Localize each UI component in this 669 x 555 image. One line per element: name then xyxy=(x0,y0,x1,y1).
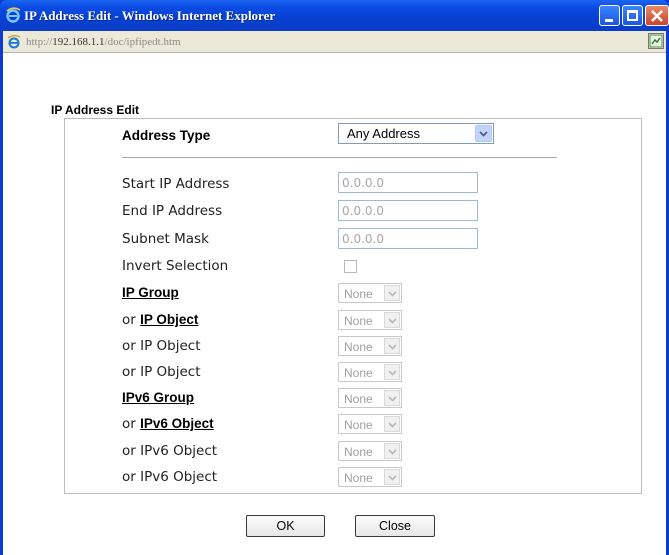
address-type-select[interactable]: Any Address xyxy=(338,123,494,144)
minimize-button[interactable] xyxy=(599,5,620,26)
subnet-mask-value: 0.0.0.0 xyxy=(342,232,384,246)
ipv6-group-select[interactable]: None xyxy=(338,388,402,408)
end-ip-label: End IP Address xyxy=(122,203,223,219)
ipv6-object-label-3: or IPv6 Object xyxy=(122,469,218,485)
divider xyxy=(122,157,557,158)
url-prefix: http:// xyxy=(26,36,53,48)
invert-selection-label: Invert Selection xyxy=(122,258,229,274)
ok-button[interactable]: OK xyxy=(246,515,325,537)
chevron-down-icon xyxy=(384,364,400,380)
address-bar: http://192.168.1.1/doc/ipfipedt.htm xyxy=(3,31,666,53)
title-bar[interactable]: IP Address Edit - Windows Internet Explo… xyxy=(0,0,669,31)
chevron-down-icon xyxy=(384,312,400,328)
chevron-down-icon xyxy=(384,338,400,354)
ip-group-label: IP Group xyxy=(122,285,179,301)
end-ip-input[interactable]: 0.0.0.0 xyxy=(338,200,478,221)
chevron-down-icon xyxy=(475,125,492,142)
url-path: /doc/ipfipedt.htm xyxy=(104,36,181,48)
chevron-down-icon xyxy=(384,390,400,406)
ipv6-group-label: IPv6 Group xyxy=(122,390,194,406)
ip-object-label-1: or IP Object xyxy=(122,312,198,328)
url-text[interactable]: http://192.168.1.1/doc/ipfipedt.htm xyxy=(26,36,181,48)
address-type-label: Address Type xyxy=(122,128,211,143)
ipv6-object-value-3: None xyxy=(344,471,373,485)
ipv6-object-select-1[interactable]: None xyxy=(338,414,402,434)
chevron-down-icon xyxy=(384,416,400,432)
ip-object-label-2: or IP Object xyxy=(122,338,201,354)
start-ip-input[interactable]: 0.0.0.0 xyxy=(338,172,478,193)
close-button[interactable]: Close xyxy=(355,515,435,537)
ip-group-select[interactable]: None xyxy=(338,283,402,303)
ip-object-value-3: None xyxy=(344,366,373,380)
chevron-down-icon xyxy=(384,443,400,459)
ip-object-select-1[interactable]: None xyxy=(338,310,402,330)
start-ip-label: Start IP Address xyxy=(122,176,230,192)
ip-object-select-2[interactable]: None xyxy=(338,336,402,356)
ip-object-value-1: None xyxy=(344,314,373,328)
ipv6-group-link[interactable]: IPv6 Group xyxy=(122,390,194,405)
ip-group-value: None xyxy=(344,287,373,301)
page-graph-icon xyxy=(649,34,663,48)
ip-group-link[interactable]: IP Group xyxy=(122,285,179,300)
ip-object-select-3[interactable]: None xyxy=(338,362,402,382)
chevron-down-icon xyxy=(384,285,400,301)
window-title: IP Address Edit - Windows Internet Explo… xyxy=(24,8,276,23)
ie-page-icon xyxy=(7,35,21,49)
ipv6-object-select-2[interactable]: None xyxy=(338,441,402,461)
ip-object-link[interactable]: IP Object xyxy=(140,312,198,327)
ipv6-object-value-1: None xyxy=(344,418,373,432)
chevron-down-icon xyxy=(384,469,400,485)
start-ip-value: 0.0.0.0 xyxy=(342,176,384,190)
maximize-button[interactable] xyxy=(622,5,643,26)
page-icon[interactable] xyxy=(648,33,664,49)
subnet-mask-input[interactable]: 0.0.0.0 xyxy=(338,228,478,249)
ipv6-object-value-2: None xyxy=(344,445,373,459)
end-ip-value: 0.0.0.0 xyxy=(342,204,384,218)
ipv6-object-label-2: or IPv6 Object xyxy=(122,443,218,459)
url-host: 192.168.1.1 xyxy=(52,36,105,48)
subnet-mask-label: Subnet Mask xyxy=(122,231,209,247)
ip-object-label-3: or IP Object xyxy=(122,364,201,380)
ie-logo-icon xyxy=(6,7,21,23)
ipv6-group-value: None xyxy=(344,392,373,406)
address-type-value: Any Address xyxy=(347,126,420,141)
close-window-button[interactable] xyxy=(645,5,669,26)
invert-selection-checkbox[interactable] xyxy=(344,260,357,273)
row-prefix: or xyxy=(122,416,141,432)
section-title: IP Address Edit xyxy=(51,103,140,117)
row-prefix: or xyxy=(122,312,141,328)
ipv6-object-label-1: or IPv6 Object xyxy=(122,416,214,432)
ipv6-object-link[interactable]: IPv6 Object xyxy=(140,416,214,431)
ipv6-object-select-3[interactable]: None xyxy=(338,467,402,487)
ip-object-value-2: None xyxy=(344,340,373,354)
browser-window: IP Address Edit - Windows Internet Explo… xyxy=(0,0,669,555)
close-icon xyxy=(651,10,663,22)
